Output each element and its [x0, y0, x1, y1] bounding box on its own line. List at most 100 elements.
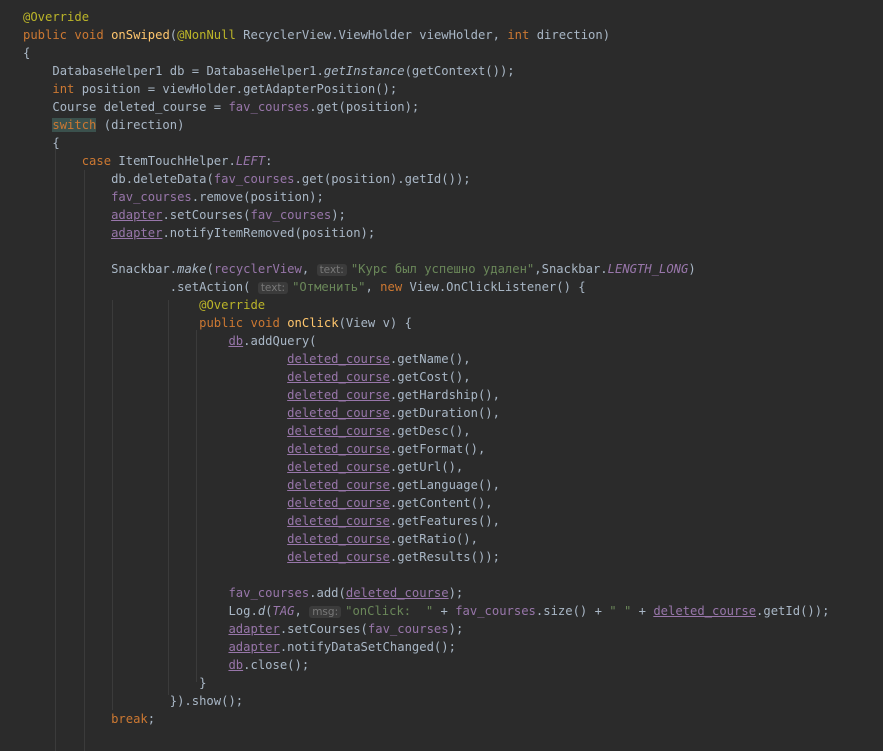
code-line[interactable]: fav_courses.remove(position);	[23, 188, 324, 206]
code-token: Snackbar.	[111, 262, 178, 276]
static-field-token: TAG	[272, 604, 295, 618]
code-token: Course deleted_course =	[52, 100, 229, 114]
string-token: "Курс был успешно удален"	[350, 262, 535, 276]
field-token: db	[228, 658, 244, 672]
code-line[interactable]: .setAction( text: "Отменить", new View.On…	[23, 278, 586, 296]
keyword-token: void	[74, 28, 104, 42]
code-line[interactable]: deleted_course.getFeatures(),	[23, 512, 500, 530]
field-token: fav_courses	[213, 172, 295, 186]
code-token: direction)	[536, 28, 611, 42]
code-line[interactable]: db.addQuery(	[23, 332, 317, 350]
code-token: ,	[365, 280, 373, 294]
code-token: +	[631, 604, 654, 618]
code-line[interactable]: adapter.notifyDataSetChanged();	[23, 638, 456, 656]
field-token: deleted_course	[287, 478, 390, 492]
keyword-token: new	[380, 280, 403, 294]
parameter-hint: msg:	[309, 606, 342, 618]
static-method-token: make	[177, 262, 207, 276]
code-token: .getFormat(),	[389, 442, 486, 456]
keyword-token: public	[199, 316, 244, 330]
parameter-hint: text:	[257, 282, 289, 294]
code-line[interactable]: db.close();	[23, 656, 309, 674]
code-line[interactable]: deleted_course.getDuration(),	[23, 404, 500, 422]
code-line[interactable]: @Override	[23, 8, 89, 26]
keyword-token: case	[81, 154, 112, 168]
code-line[interactable]: DatabaseHelper1 db = DatabaseHelper1.get…	[23, 62, 514, 80]
code-line[interactable]: deleted_course.getResults());	[23, 548, 500, 566]
field-token: deleted_course	[287, 532, 390, 546]
annotation-token: @NonNull	[177, 28, 236, 42]
annotation-token: @Override	[199, 298, 266, 312]
parameter-hint: text:	[316, 264, 347, 276]
code-line[interactable]: deleted_course.getLanguage(),	[23, 476, 500, 494]
field-token: deleted_course	[287, 514, 390, 528]
code-token: );	[448, 586, 464, 600]
code-token: .get(position).getId());	[294, 172, 471, 186]
field-token: deleted_course	[287, 370, 390, 384]
code-token: .getFeatures(),	[389, 514, 500, 528]
brace-token: }	[199, 676, 207, 690]
field-token: deleted_course	[287, 352, 390, 366]
code-token: (View v) {	[338, 316, 412, 330]
code-line[interactable]: Log.d(TAG, msg: "onClick: " + fav_courses…	[23, 602, 829, 620]
code-line[interactable]: @Override	[23, 296, 265, 314]
code-line[interactable]: int position = viewHolder.getAdapterPosi…	[23, 80, 397, 98]
code-token: .setCourses(	[162, 208, 251, 222]
code-line[interactable]: Course deleted_course = fav_courses.get(…	[23, 98, 419, 116]
code-line[interactable]: {	[23, 44, 30, 62]
keyword-token: switch	[52, 118, 97, 132]
code-line[interactable]: adapter.notifyItemRemoved(position);	[23, 224, 375, 242]
code-line[interactable]: deleted_course.getName(),	[23, 350, 471, 368]
code-token: );	[448, 622, 464, 636]
code-token: .getName(),	[389, 352, 471, 366]
code-line[interactable]: fav_courses.add(deleted_course);	[23, 584, 463, 602]
code-line[interactable]: switch (direction)	[23, 116, 184, 134]
code-line[interactable]: }	[23, 674, 206, 692]
code-line[interactable]: adapter.setCourses(fav_courses);	[23, 206, 346, 224]
code-line[interactable]: deleted_course.getContent(),	[23, 494, 492, 512]
code-token: .notifyItemRemoved(position);	[162, 226, 376, 240]
code-token: .notifyDataSetChanged();	[279, 640, 456, 654]
code-line[interactable]: adapter.setCourses(fav_courses);	[23, 620, 463, 638]
field-token: adapter	[111, 208, 163, 222]
code-editor[interactable]: @Override public void onSwiped(@NonNull …	[0, 0, 883, 751]
code-line[interactable]: deleted_course.getDesc(),	[23, 422, 471, 440]
code-token: .getDesc(),	[389, 424, 471, 438]
code-token: ,	[301, 262, 310, 276]
code-line[interactable]: Snackbar.make(recyclerView, text: "Курс б…	[23, 260, 696, 278]
code-token: )	[688, 262, 696, 276]
code-token: .addQuery(	[243, 334, 317, 348]
code-token: +	[433, 604, 456, 618]
code-token: ItemTouchHelper.	[118, 154, 236, 168]
code-line[interactable]: deleted_course.getFormat(),	[23, 440, 485, 458]
method-name-token: onSwiped	[111, 28, 170, 42]
code-token: );	[331, 208, 346, 222]
string-token: " "	[609, 604, 632, 618]
keyword-token: int	[507, 28, 530, 42]
code-line[interactable]: db.deleteData(fav_courses.get(position).…	[23, 170, 471, 188]
method-name-token: onClick	[287, 316, 339, 330]
code-line[interactable]: }).show();	[23, 692, 243, 710]
code-line[interactable]: deleted_course.getHardship(),	[23, 386, 500, 404]
static-method-token: getInstance	[323, 64, 405, 78]
code-line[interactable]: break;	[23, 710, 155, 728]
string-token: "Отменить"	[292, 280, 366, 294]
code-line[interactable]: public void onSwiped(@NonNull RecyclerVi…	[23, 26, 610, 44]
code-token: Log.	[228, 604, 258, 618]
code-token: .setAction(	[169, 280, 251, 294]
keyword-token: int	[52, 82, 75, 96]
field-token: recyclerView	[213, 262, 302, 276]
code-line[interactable]: deleted_course.getUrl(),	[23, 458, 463, 476]
code-token: db.deleteData(	[111, 172, 214, 186]
code-line[interactable]: deleted_course.getRatio(),	[23, 530, 478, 548]
code-token: :	[265, 154, 273, 168]
code-token: .getCost(),	[389, 370, 471, 384]
field-token: adapter	[111, 226, 163, 240]
code-token: DatabaseHelper1 db = DatabaseHelper1.	[52, 64, 324, 78]
code-line[interactable]: {	[23, 134, 59, 152]
code-token: .close();	[243, 658, 310, 672]
code-line[interactable]: deleted_course.getCost(),	[23, 368, 471, 386]
field-token: deleted_course	[287, 388, 390, 402]
code-line[interactable]: public void onClick(View v) {	[23, 314, 412, 332]
code-line[interactable]: case ItemTouchHelper.LEFT:	[23, 152, 273, 170]
